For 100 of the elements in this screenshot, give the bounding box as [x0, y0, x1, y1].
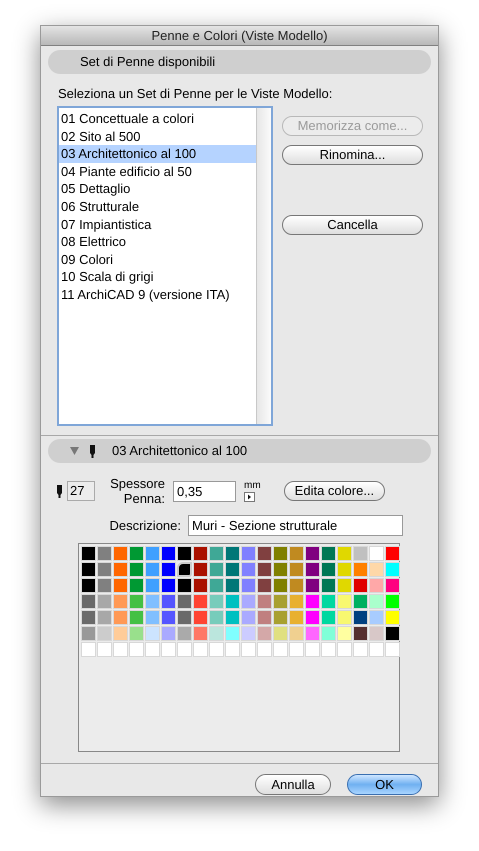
- color-swatch[interactable]: [337, 626, 352, 641]
- color-swatch[interactable]: [369, 594, 384, 609]
- list-item[interactable]: 06 Strutturale: [59, 198, 256, 216]
- color-swatch[interactable]: [177, 562, 192, 577]
- color-swatch[interactable]: [289, 610, 304, 625]
- color-swatch[interactable]: [81, 642, 96, 657]
- color-swatch[interactable]: [129, 546, 144, 561]
- color-swatch[interactable]: [369, 578, 384, 593]
- color-swatch[interactable]: [305, 610, 320, 625]
- color-swatch[interactable]: [257, 578, 272, 593]
- color-swatch[interactable]: [273, 642, 288, 657]
- color-swatch[interactable]: [225, 578, 240, 593]
- color-swatch[interactable]: [129, 562, 144, 577]
- color-swatch[interactable]: [161, 578, 176, 593]
- color-swatch[interactable]: [241, 610, 256, 625]
- color-swatch[interactable]: [145, 562, 160, 577]
- color-swatch[interactable]: [113, 626, 128, 641]
- color-swatch[interactable]: [289, 562, 304, 577]
- color-swatch[interactable]: [145, 594, 160, 609]
- color-swatch[interactable]: [129, 610, 144, 625]
- color-swatch[interactable]: [193, 642, 208, 657]
- list-item[interactable]: 10 Scala di grigi: [59, 268, 256, 286]
- color-swatch[interactable]: [113, 546, 128, 561]
- color-swatch[interactable]: [257, 562, 272, 577]
- color-swatch[interactable]: [289, 546, 304, 561]
- color-swatch[interactable]: [305, 594, 320, 609]
- color-swatch[interactable]: [241, 594, 256, 609]
- color-swatch[interactable]: [385, 626, 400, 641]
- list-item[interactable]: 03 Architettonico al 100: [59, 145, 256, 163]
- color-swatch[interactable]: [321, 578, 336, 593]
- color-swatch[interactable]: [129, 594, 144, 609]
- color-swatch[interactable]: [241, 562, 256, 577]
- color-swatch[interactable]: [289, 578, 304, 593]
- list-item[interactable]: 01 Concettuale a colori: [59, 110, 256, 128]
- color-swatch[interactable]: [337, 562, 352, 577]
- color-swatch[interactable]: [337, 594, 352, 609]
- color-swatch[interactable]: [385, 610, 400, 625]
- color-swatch[interactable]: [225, 594, 240, 609]
- color-swatch[interactable]: [97, 626, 112, 641]
- color-swatch[interactable]: [177, 626, 192, 641]
- color-swatch[interactable]: [321, 626, 336, 641]
- color-swatch[interactable]: [209, 562, 224, 577]
- color-swatch[interactable]: [113, 578, 128, 593]
- color-swatch[interactable]: [353, 610, 368, 625]
- color-swatch[interactable]: [385, 642, 400, 657]
- color-swatch[interactable]: [369, 626, 384, 641]
- list-item[interactable]: 09 Colori: [59, 250, 256, 268]
- color-swatch[interactable]: [97, 578, 112, 593]
- list-item[interactable]: 08 Elettrico: [59, 233, 256, 251]
- color-swatch[interactable]: [81, 626, 96, 641]
- color-swatch[interactable]: [193, 562, 208, 577]
- color-swatch[interactable]: [97, 610, 112, 625]
- color-swatch[interactable]: [97, 546, 112, 561]
- color-swatch[interactable]: [289, 594, 304, 609]
- color-swatch[interactable]: [113, 642, 128, 657]
- color-swatch[interactable]: [209, 642, 224, 657]
- color-swatch[interactable]: [81, 562, 96, 577]
- color-swatch[interactable]: [273, 562, 288, 577]
- color-swatch[interactable]: [161, 546, 176, 561]
- color-swatch[interactable]: [353, 626, 368, 641]
- color-swatch[interactable]: [337, 610, 352, 625]
- side-button[interactable]: Rinomina...: [282, 145, 423, 165]
- ok-button[interactable]: OK: [347, 774, 422, 795]
- color-swatch[interactable]: [305, 626, 320, 641]
- color-swatch[interactable]: [241, 578, 256, 593]
- color-swatch[interactable]: [257, 642, 272, 657]
- color-swatch[interactable]: [385, 546, 400, 561]
- color-swatch[interactable]: [385, 594, 400, 609]
- color-swatch[interactable]: [113, 594, 128, 609]
- color-swatch[interactable]: [129, 578, 144, 593]
- color-swatch[interactable]: [369, 546, 384, 561]
- side-button[interactable]: Cancella: [282, 215, 423, 235]
- color-swatch[interactable]: [321, 594, 336, 609]
- color-swatch[interactable]: [81, 610, 96, 625]
- color-swatch[interactable]: [369, 642, 384, 657]
- color-swatch[interactable]: [289, 626, 304, 641]
- color-swatch[interactable]: [193, 610, 208, 625]
- list-item[interactable]: 11 ArchiCAD 9 (versione ITA): [59, 286, 256, 304]
- color-swatch[interactable]: [145, 546, 160, 561]
- color-swatch[interactable]: [257, 610, 272, 625]
- color-swatch[interactable]: [321, 642, 336, 657]
- color-swatch[interactable]: [81, 578, 96, 593]
- color-swatch[interactable]: [81, 546, 96, 561]
- color-swatch[interactable]: [337, 578, 352, 593]
- color-swatch[interactable]: [177, 594, 192, 609]
- color-swatch[interactable]: [161, 642, 176, 657]
- list-item[interactable]: 05 Dettaglio: [59, 180, 256, 198]
- color-swatch[interactable]: [289, 642, 304, 657]
- color-swatch[interactable]: [177, 546, 192, 561]
- disclosure-triangle-icon[interactable]: [70, 447, 79, 455]
- color-swatch[interactable]: [177, 610, 192, 625]
- color-swatch[interactable]: [161, 626, 176, 641]
- color-swatch[interactable]: [353, 642, 368, 657]
- color-swatch[interactable]: [145, 626, 160, 641]
- color-swatch[interactable]: [145, 610, 160, 625]
- color-swatch[interactable]: [193, 546, 208, 561]
- color-swatch[interactable]: [369, 610, 384, 625]
- color-swatch[interactable]: [257, 626, 272, 641]
- list-item[interactable]: 04 Piante edificio al 50: [59, 162, 256, 180]
- color-swatch[interactable]: [161, 594, 176, 609]
